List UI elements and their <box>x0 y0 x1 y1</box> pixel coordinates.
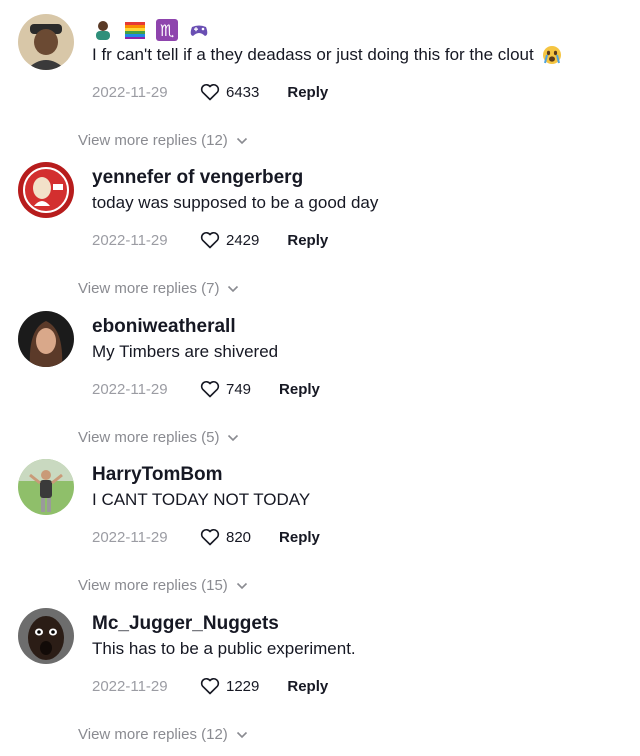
comment-list: ♏ I fr can't tell if a they deadass or j… <box>0 0 640 752</box>
comment-item: ♏ I fr can't tell if a they deadass or j… <box>0 14 640 162</box>
avatar[interactable] <box>18 14 74 70</box>
reply-button[interactable]: Reply <box>287 678 328 695</box>
like-button[interactable]: 749 <box>200 380 251 398</box>
like-button[interactable]: 2429 <box>200 231 259 249</box>
heart-icon <box>200 231 220 249</box>
view-more-replies[interactable]: View more replies (12) <box>78 726 248 743</box>
reply-button[interactable]: Reply <box>279 381 320 398</box>
view-more-label: View more replies (12) <box>78 132 228 149</box>
like-count: 2429 <box>226 231 260 249</box>
chevron-down-icon <box>236 582 247 589</box>
avatar[interactable] <box>18 311 74 367</box>
avatar[interactable] <box>18 608 74 664</box>
comment-meta: 2022-11-29 6433 Reply <box>92 80 620 104</box>
like-count: 1229 <box>226 677 260 695</box>
svg-text:♏: ♏ <box>160 21 174 40</box>
reply-button[interactable]: Reply <box>287 84 328 101</box>
like-count: 820 <box>226 528 252 546</box>
comment-text: This has to be a public experiment. <box>92 639 356 658</box>
crying-face-emoji-icon <box>542 46 561 64</box>
view-more-replies[interactable]: View more replies (15) <box>78 577 248 594</box>
username-emoji-row: ♏ <box>92 18 620 42</box>
reply-button[interactable]: Reply <box>279 529 320 546</box>
view-more-replies[interactable]: View more replies (12) <box>78 132 248 149</box>
comment-text: today was supposed to be a good day <box>92 193 379 212</box>
comment-item: HarryTomBom I CANT TODAY NOT TODAY 2022-… <box>0 459 640 607</box>
scorpio-icon: ♏ <box>156 19 178 41</box>
view-more-label: View more replies (15) <box>78 577 228 594</box>
comment-item: Mc_Jugger_Nuggets This has to be a publi… <box>0 608 640 756</box>
person-emoji-icon <box>96 21 110 40</box>
username[interactable]: Mc_Jugger_Nuggets <box>92 612 620 636</box>
comment-meta: 2022-11-29 820 Reply <box>92 525 620 549</box>
username[interactable]: eboniweatherall <box>92 315 620 339</box>
view-more-replies[interactable]: View more replies (5) <box>78 429 239 446</box>
heart-icon <box>200 380 220 398</box>
view-more-replies[interactable]: View more replies (7) <box>78 280 239 297</box>
comment-date: 2022-11-29 <box>92 528 168 546</box>
comment-date: 2022-11-29 <box>92 380 168 398</box>
chevron-down-icon <box>236 731 247 738</box>
rainbow-flag-icon <box>125 22 145 39</box>
comment-date: 2022-11-29 <box>92 83 168 101</box>
comment-date: 2022-11-29 <box>92 677 168 695</box>
username[interactable]: HarryTomBom <box>92 463 620 487</box>
like-button[interactable]: 6433 <box>200 83 259 101</box>
comment-meta: 2022-11-29 749 Reply <box>92 377 620 401</box>
comment-item: eboniweatherall My Timbers are shivered … <box>0 311 640 459</box>
username[interactable]: yennefer of vengerberg <box>92 166 620 190</box>
like-button[interactable]: 1229 <box>200 677 259 695</box>
chevron-down-icon <box>228 285 239 292</box>
heart-icon <box>200 528 220 546</box>
comment-text: I fr can't tell if a they deadass or jus… <box>92 45 534 64</box>
comment-text-row: I fr can't tell if a they deadass or jus… <box>92 44 620 66</box>
heart-icon <box>200 677 220 695</box>
heart-icon <box>200 83 220 101</box>
like-button[interactable]: 820 <box>200 528 251 546</box>
comment-date: 2022-11-29 <box>92 231 168 249</box>
view-more-label: View more replies (12) <box>78 726 228 743</box>
chevron-down-icon <box>236 137 247 144</box>
view-more-label: View more replies (7) <box>78 280 220 297</box>
game-controller-icon <box>190 25 208 36</box>
reply-button[interactable]: Reply <box>287 232 328 249</box>
comment-meta: 2022-11-29 1229 Reply <box>92 674 620 698</box>
comment-text: My Timbers are shivered <box>92 342 279 361</box>
comment-item: yennefer of vengerberg today was suppose… <box>0 162 640 310</box>
avatar[interactable] <box>18 459 74 515</box>
like-count: 6433 <box>226 83 260 101</box>
avatar[interactable] <box>18 162 74 218</box>
comment-meta: 2022-11-29 2429 Reply <box>92 228 620 252</box>
chevron-down-icon <box>228 434 239 441</box>
view-more-label: View more replies (5) <box>78 429 220 446</box>
comment-text: I CANT TODAY NOT TODAY <box>92 490 311 509</box>
like-count: 749 <box>226 380 252 398</box>
